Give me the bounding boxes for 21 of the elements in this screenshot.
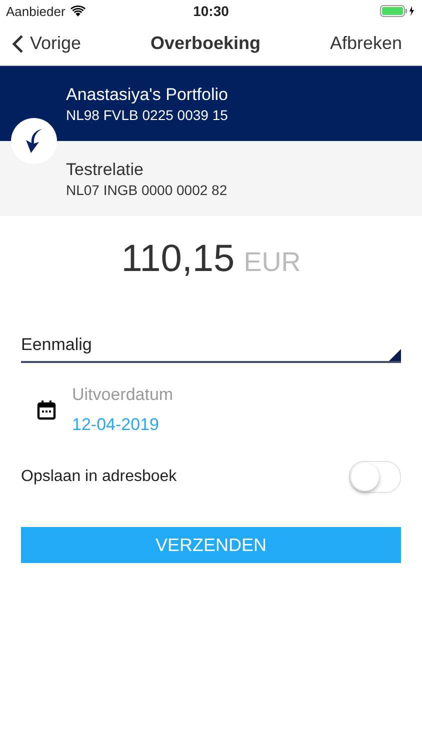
chevron-left-icon xyxy=(12,34,24,54)
account-iban: NL07 INGB 0000 0002 82 xyxy=(66,180,228,198)
toggle-switch[interactable] xyxy=(349,461,401,493)
account-iban: NL98 FVLB 0225 0039 15 xyxy=(66,106,228,124)
toggle-label: Opslaan in adresboek xyxy=(21,468,177,486)
battery-icon xyxy=(380,5,416,17)
frequency-dropdown[interactable]: Eenmalig xyxy=(21,335,401,363)
page-title: Overboeking xyxy=(150,33,261,54)
field-label: Uitvoerdatum xyxy=(72,385,174,405)
account-name: Anastasiya's Portfolio xyxy=(66,84,228,106)
wifi-icon xyxy=(70,5,86,17)
currency-label: EUR xyxy=(244,247,301,278)
calendar-icon xyxy=(37,400,56,420)
back-button[interactable]: Vorige xyxy=(12,33,82,54)
amount-value: 110,15 xyxy=(121,238,235,281)
date-value: 12-04-2019 xyxy=(72,415,160,435)
clock-time: 10:30 xyxy=(193,3,229,19)
dropdown-corner-icon xyxy=(389,349,401,361)
account-name: Testrelatie xyxy=(66,158,144,180)
cancel-button[interactable]: Afbreken xyxy=(330,33,402,54)
carrier-name: Aanbieder xyxy=(6,4,66,18)
